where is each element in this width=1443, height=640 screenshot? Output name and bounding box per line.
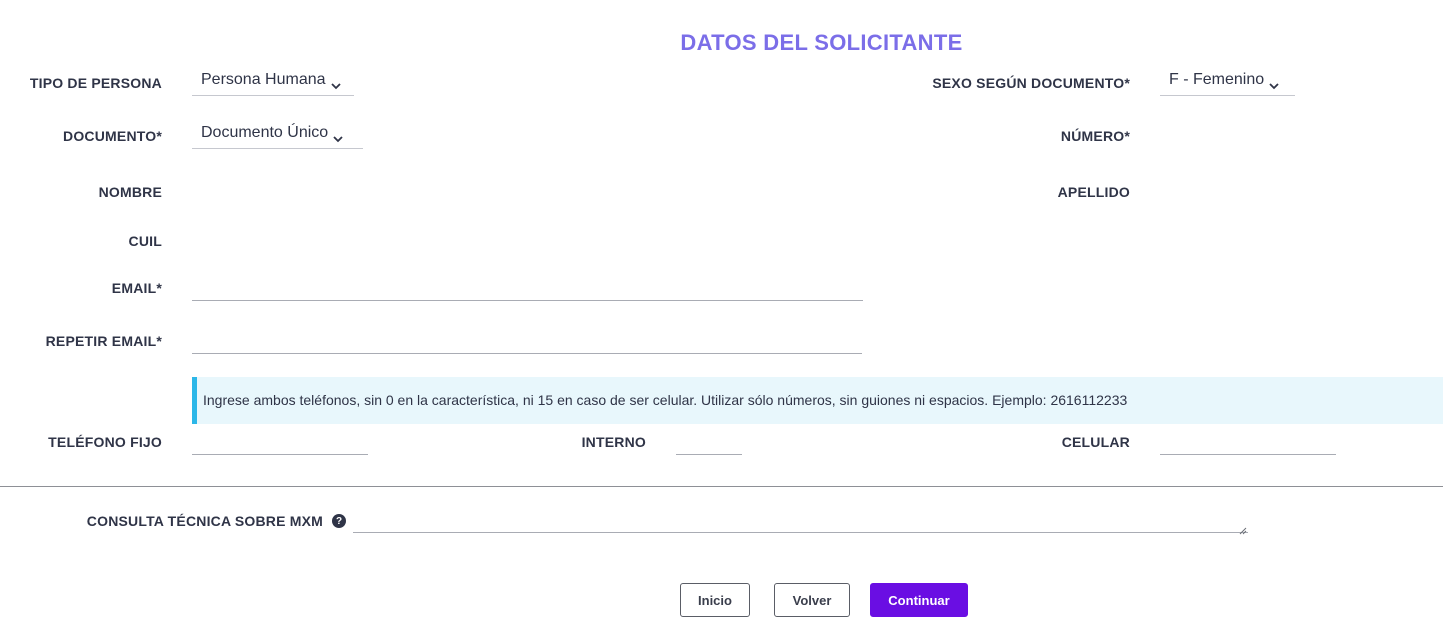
question-circle-icon[interactable]: ?: [332, 514, 346, 528]
chevron-down-icon: [1269, 77, 1279, 95]
repetir-email-field[interactable]: [192, 325, 862, 354]
sexo-value: F - Femenino: [1169, 71, 1265, 88]
section-divider: [0, 486, 1443, 487]
tipo-persona-value: Persona Humana: [201, 71, 326, 88]
consulta-label: CONSULTA TÉCNICA SOBRE MXM: [86, 513, 323, 529]
continuar-button[interactable]: Continuar: [870, 583, 968, 617]
tipo-persona-label: TIPO DE PERSONA: [29, 75, 162, 91]
email-field[interactable]: [192, 272, 863, 301]
volver-button[interactable]: Volver: [774, 583, 850, 617]
inicio-button[interactable]: Inicio: [680, 583, 750, 617]
tipo-persona-select[interactable]: Persona Humana: [192, 70, 354, 96]
email-label: EMAIL*: [111, 280, 162, 296]
chevron-down-icon: [333, 130, 343, 148]
repetir-email-label: REPETIR EMAIL*: [45, 333, 162, 349]
celular-field[interactable]: [1160, 428, 1336, 455]
resize-handle-icon[interactable]: [1238, 522, 1247, 540]
page-title: DATOS DEL SOLICITANTE: [680, 30, 963, 55]
phone-info-alert: Ingrese ambos teléfonos, sin 0 en la car…: [192, 377, 1443, 424]
cuil-label: CUIL: [128, 233, 162, 249]
documento-label: DOCUMENTO*: [63, 128, 162, 144]
sexo-select[interactable]: F - Femenino: [1160, 70, 1295, 96]
sexo-label: SEXO SEGÚN DOCUMENTO*: [932, 75, 1130, 91]
interno-field[interactable]: [676, 428, 742, 455]
numero-label: NÚMERO*: [1060, 128, 1130, 144]
documento-value: Documento Único: [201, 124, 329, 141]
chevron-down-icon: [330, 77, 341, 95]
telefono-fijo-label: TELÉFONO FIJO: [48, 434, 162, 450]
nombre-label: NOMBRE: [98, 184, 162, 200]
documento-select[interactable]: Documento Único: [192, 123, 363, 149]
telefono-fijo-field[interactable]: [192, 428, 368, 455]
apellido-label: APELLIDO: [1057, 184, 1130, 200]
celular-label: CELULAR: [1061, 434, 1130, 450]
interno-label: INTERNO: [581, 434, 646, 450]
consulta-textarea[interactable]: [353, 510, 1248, 533]
